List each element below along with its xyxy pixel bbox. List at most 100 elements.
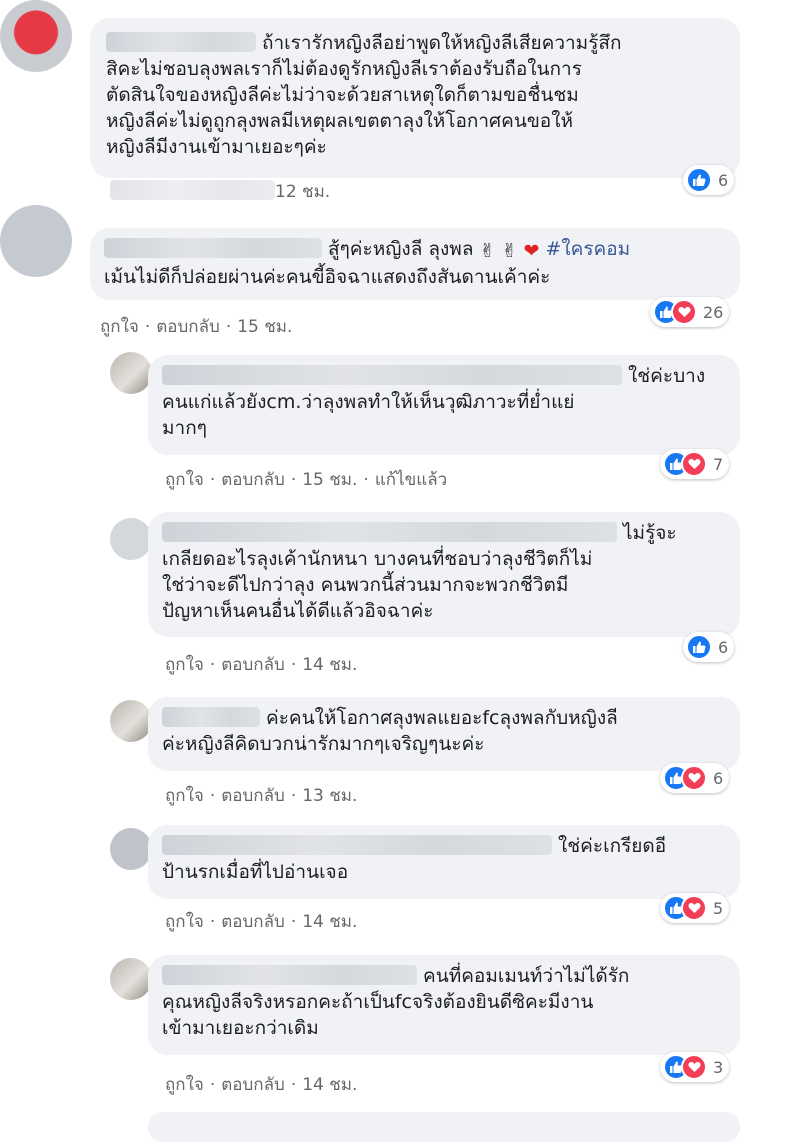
comment-text-line: หญิงลีมีงานเข้ามาเยอะๆค่ะ — [106, 136, 327, 158]
comment-text-line: ใช่ค่ะบาง — [628, 365, 706, 387]
avatar[interactable] — [0, 0, 72, 72]
separator-dot: · — [209, 786, 216, 806]
reaction-count: 5 — [713, 898, 724, 918]
comment-text-line: หญิงลีค่ะไม่ดูถูกลุงพลมีเหตุผลเขตตาลุงให… — [106, 110, 574, 132]
blurred-author-name — [104, 238, 322, 258]
avatar[interactable] — [110, 352, 152, 394]
reaction-summary[interactable]: 3 — [660, 1052, 730, 1082]
blurred-author-name — [162, 522, 617, 542]
avatar[interactable] — [110, 700, 152, 742]
comment-meta: 12 ชม. — [110, 178, 330, 205]
blurred-author-name — [162, 365, 622, 385]
comment-text-line: สิคะไม่ชอบลุงพลเราก็ไม่ต้องดูรักหญิงลีเร… — [106, 58, 582, 80]
hashtag-link[interactable]: #ใครคอม — [545, 238, 630, 260]
separator-dot: · — [290, 786, 297, 806]
reaction-count: 6 — [718, 170, 729, 190]
separator-dot: · — [225, 317, 232, 337]
comment-text-line: ป้านรกเมื่อที่ไปอ่านเจอ — [162, 861, 349, 883]
comment-text-line: เม้นไม่ดีก็ปล่อยผ่านค่ะคนขี้อิจฉาแสดงถึง… — [104, 266, 551, 288]
like-icon — [686, 167, 712, 193]
timestamp[interactable]: 14 ชม. — [302, 1075, 357, 1095]
comment-text-line: ใช่ค่ะเกรียดอี — [558, 835, 667, 857]
comment-text-line: คนที่คอมเมนท์ว่าไม่ได้รัก — [423, 965, 630, 987]
comment-text-line: ถ้าเรารักหญิงลีอย่าพูดให้หญิงลีเสียความร… — [262, 32, 622, 54]
separator-dot: · — [290, 1075, 297, 1095]
reaction-count: 6 — [718, 637, 729, 657]
reaction-count: 6 — [713, 768, 724, 788]
timestamp[interactable]: 14 ชม. — [302, 655, 357, 675]
love-icon — [671, 299, 697, 325]
like-link[interactable]: ถูกใจ — [165, 912, 204, 932]
reaction-summary[interactable]: 7 — [660, 449, 730, 479]
timestamp[interactable]: 14 ชม. — [302, 912, 357, 932]
blurred-author-name — [162, 965, 417, 985]
love-icon — [681, 1054, 707, 1080]
reaction-count: 3 — [713, 1057, 724, 1077]
comment-bubble: ไม่รู้จะ เกลียดอะไรลุงเค้านักหนา บางคนที… — [148, 512, 740, 637]
love-icon — [681, 765, 707, 791]
reply-link[interactable]: ตอบกลับ — [221, 912, 285, 932]
reply-link[interactable]: ตอบกลับ — [221, 1075, 285, 1095]
reaction-summary[interactable]: 6 — [660, 763, 730, 793]
separator-dot: · — [209, 912, 216, 932]
reaction-summary[interactable]: 6 — [683, 165, 735, 195]
reaction-count: 26 — [703, 302, 724, 322]
like-link[interactable]: ถูกใจ — [100, 317, 139, 337]
love-icon — [681, 895, 707, 921]
reply-link[interactable]: ตอบกลับ — [156, 317, 220, 337]
comment-text-line: สู้ๆค่ะหญิงลี ลุงพล — [328, 238, 474, 260]
like-icon — [686, 634, 712, 660]
like-link[interactable]: ถูกใจ — [165, 786, 204, 806]
separator-dot: · — [290, 470, 297, 490]
comment-meta: ถูกใจ · ตอบกลับ · 14 ชม. — [165, 651, 357, 678]
timestamp[interactable]: 12 ชม. — [275, 182, 330, 202]
comment-bubble: ใช่ค่ะเกรียดอี ป้านรกเมื่อที่ไปอ่านเจอ — [148, 825, 740, 899]
comment-bubble: ค่ะคนให้โอกาศลุงพลแยอะfcลุงพลกับหญิงลี ค… — [148, 697, 740, 771]
comment-text-line: เข้ามาเยอะกว่าเดิม — [162, 1017, 319, 1039]
avatar[interactable] — [110, 958, 152, 1000]
like-link[interactable]: ถูกใจ — [165, 655, 204, 675]
reaction-summary[interactable]: 26 — [650, 297, 730, 327]
comment-text-line: คนแก่แล้วยังcm.ว่าลุงพลทำให้เห็นวุฒิภาวะ… — [162, 391, 575, 413]
timestamp[interactable]: 15 ชม. — [237, 317, 292, 337]
comment-text-line: ตัดสินใจของหญิงลีค่ะไม่ว่าจะด้วยสาเหตุใด… — [106, 84, 579, 106]
separator-dot: · — [209, 1075, 216, 1095]
comment-bubble: สู้ๆค่ะหญิงลี ลุงพล ✌ ✌ ❤ #ใครคอม เม้นไม… — [90, 228, 740, 300]
reaction-count: 7 — [713, 454, 724, 474]
separator-dot: · — [363, 470, 369, 490]
love-icon — [681, 451, 707, 477]
like-link[interactable]: ถูกใจ — [165, 470, 204, 490]
reply-link[interactable]: ตอบกลับ — [221, 655, 285, 675]
comment-text-line: ไม่รู้จะ — [623, 522, 677, 544]
edited-label[interactable]: แก้ไขแล้ว — [375, 470, 447, 490]
blurred-actions — [110, 180, 275, 200]
comment-text-line: ปัญหาเห็นคนอื่นได้ดีแล้วอิจฉาค่ะ — [162, 600, 434, 622]
comment-meta: ถูกใจ · ตอบกลับ · 14 ชม. — [165, 908, 357, 935]
blurred-author-name — [106, 32, 256, 52]
comment-bubble: ถ้าเรารักหญิงลีอย่าพูดให้หญิงลีเสียความร… — [90, 18, 740, 178]
avatar[interactable] — [110, 518, 152, 560]
like-link[interactable]: ถูกใจ — [165, 1075, 204, 1095]
reaction-summary[interactable]: 5 — [660, 893, 730, 923]
comment-meta: ถูกใจ · ตอบกลับ · 15 ชม. · แก้ไขแล้ว — [165, 466, 447, 493]
comment-text-line: ค่ะหญิงลีคิดบวกน่ารักมากๆเจริญๆนะค่ะ — [162, 733, 485, 755]
avatar[interactable] — [0, 205, 72, 277]
comment-bubble: คนที่คอมเมนท์ว่าไม่ได้รัก คุณหญิงลีจริงห… — [148, 955, 740, 1055]
separator-dot: · — [290, 912, 297, 932]
reaction-summary[interactable]: 6 — [683, 632, 735, 662]
comment-bubble: ใช่ค่ะบาง คนแก่แล้วยังcm.ว่าลุงพลทำให้เห… — [148, 355, 740, 455]
blurred-author-name — [162, 835, 552, 855]
timestamp[interactable]: 13 ชม. — [302, 786, 357, 806]
comment-text-line: มากๆ — [162, 417, 207, 439]
comment-meta: ถูกใจ · ตอบกลับ · 13 ชม. — [165, 782, 357, 809]
reply-link[interactable]: ตอบกลับ — [221, 786, 285, 806]
reply-link[interactable]: ตอบกลับ — [221, 470, 285, 490]
comment-text-line: คุณหญิงลีจริงหรอกคะถ้าเป็นfcจริงต้องยินด… — [162, 991, 594, 1013]
separator-dot: · — [290, 655, 297, 675]
comment-bubble-partial — [148, 1112, 740, 1142]
comment-text-line: ใช่ว่าจะดีไปกว่าลุง คนพวกนี้ส่วนมากจะพวก… — [162, 574, 569, 596]
red-heart-icon: ❤ — [523, 240, 540, 262]
avatar[interactable] — [110, 828, 152, 870]
timestamp[interactable]: 15 ชม. — [302, 470, 357, 490]
separator-dot: · — [209, 470, 216, 490]
